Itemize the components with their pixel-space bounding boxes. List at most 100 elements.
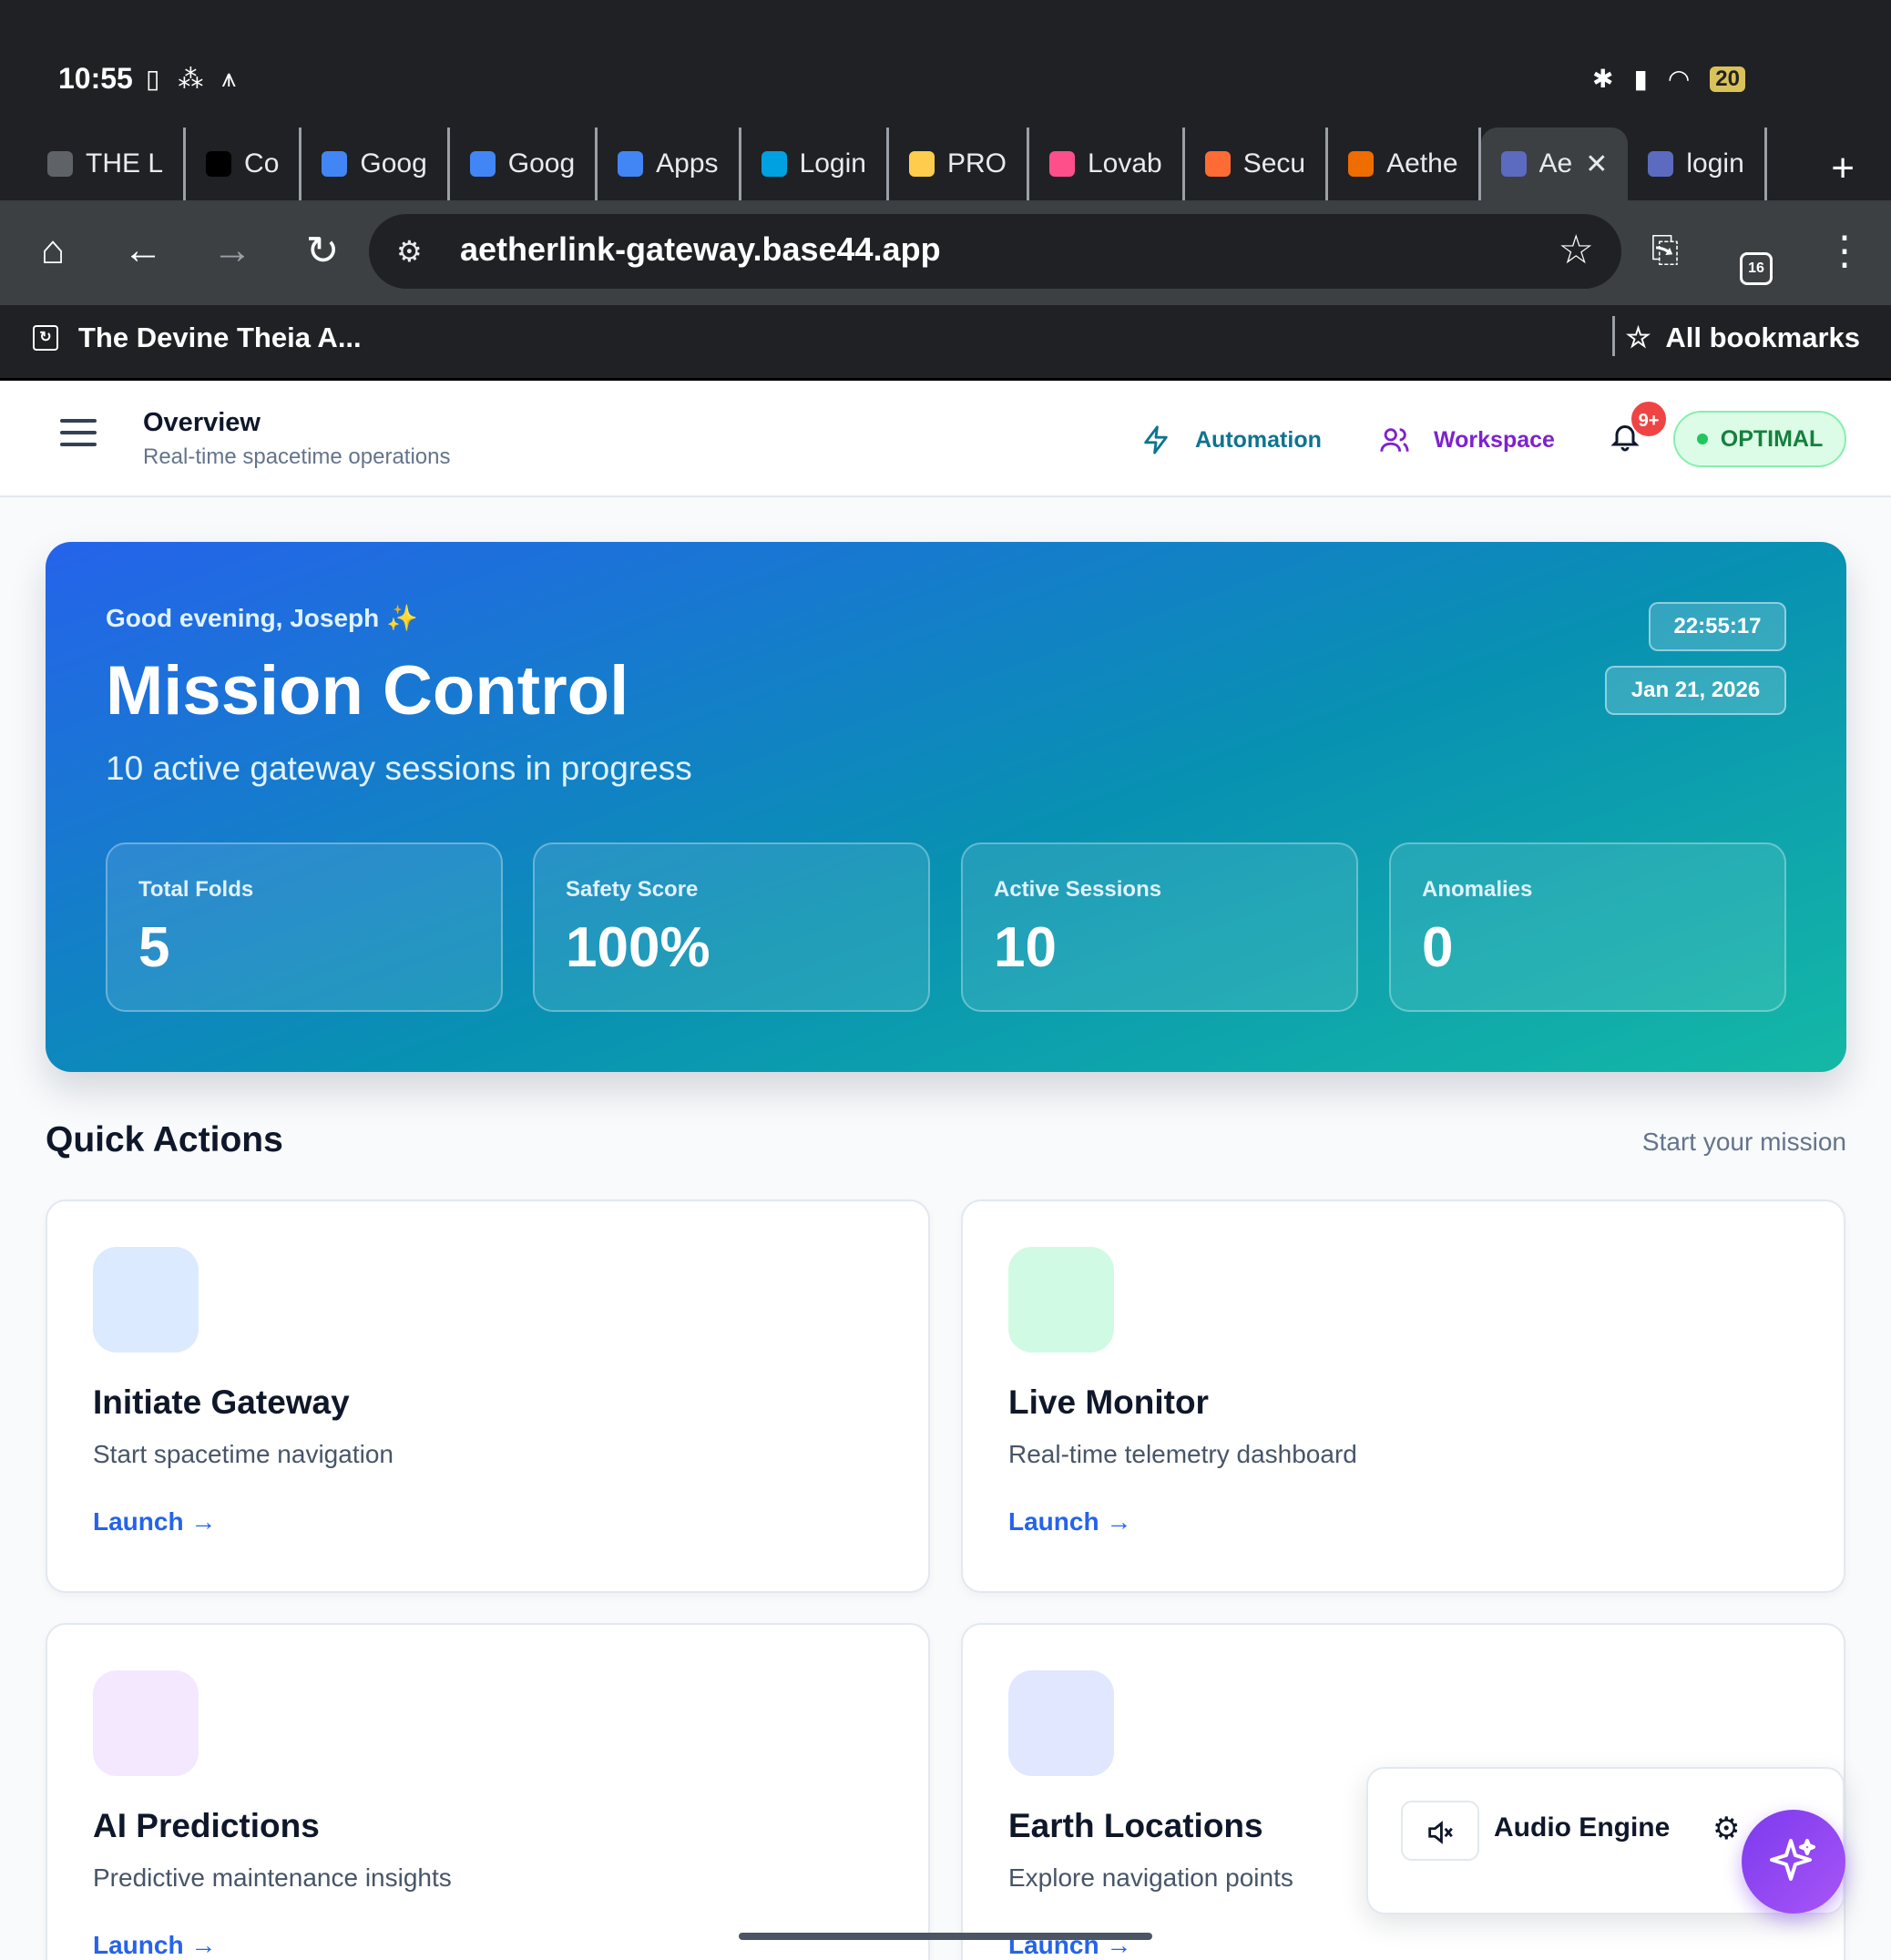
tab-count: 16 xyxy=(1740,252,1773,285)
bookmark-item[interactable]: ↻ The Devine Theia A... xyxy=(33,322,362,354)
gesture-bar xyxy=(739,1933,1152,1940)
forward-icon[interactable]: → xyxy=(205,228,260,273)
status-dot xyxy=(1696,434,1708,444)
stat-value: 100% xyxy=(566,916,710,979)
card-title: AI Predictions xyxy=(93,1807,320,1844)
hamburger-menu-icon[interactable] xyxy=(60,419,97,450)
stat-label: Active Sessions xyxy=(994,877,1162,902)
back-icon[interactable]: ← xyxy=(116,228,170,273)
workspace-link[interactable]: Workspace xyxy=(1379,424,1555,455)
action-card-initiate-gateway[interactable]: Initiate Gateway Start spacetime navigat… xyxy=(46,1199,930,1593)
bookmark-label: The Devine Theia A... xyxy=(78,322,362,353)
stat-value: 5 xyxy=(138,916,170,979)
stat-label: Total Folds xyxy=(138,877,254,902)
notification-badge: 9+ xyxy=(1630,400,1668,438)
mission-control-hero: Good evening, Joseph ✨ Mission Control 1… xyxy=(46,542,1846,1072)
tab-switcher-button[interactable]: 16 xyxy=(1729,237,1784,285)
site-settings-icon[interactable]: ⚙ xyxy=(396,234,423,269)
browser-tab[interactable]: login xyxy=(1628,128,1767,200)
gateway-icon xyxy=(93,1247,199,1353)
bookmark-favicon-icon: ↻ xyxy=(33,325,58,351)
tab-favicon-icon xyxy=(1348,151,1375,177)
browser-tab[interactable]: PRO xyxy=(889,128,1029,200)
browser-tab[interactable]: Lovab xyxy=(1029,128,1185,200)
app-header: Overview Real-time spacetime operations … xyxy=(0,381,1891,497)
browser-tab[interactable]: Ae ✕ xyxy=(1480,128,1629,200)
page-title: Overview xyxy=(143,408,261,437)
stat-label: Anomalies xyxy=(1422,877,1533,902)
status-label: OPTIMAL xyxy=(1720,425,1824,452)
bookmarks-bar: ↻ The Devine Theia A... ☆ All bookmarks xyxy=(0,305,1891,381)
tab-strip: THE L Co Goog Goog Apps Login PRO Lovab Secu Aeth… xyxy=(0,128,1891,200)
translate-icon[interactable]: ⎘ xyxy=(1638,231,1692,271)
launch-link[interactable]: Launch → xyxy=(93,1931,216,1960)
browser-tab[interactable]: Co xyxy=(186,128,302,200)
automation-link[interactable]: Automation xyxy=(1140,424,1322,455)
tab-label: Apps xyxy=(656,148,719,179)
hd-icon: ⁂ xyxy=(178,65,204,93)
workspace-label: Workspace xyxy=(1434,426,1555,453)
star-icon: ☆ xyxy=(1625,322,1651,353)
all-bookmarks-label: All bookmarks xyxy=(1665,322,1860,353)
card-description: Explore navigation points xyxy=(1008,1863,1293,1892)
monitor-icon xyxy=(1008,1247,1114,1353)
card-title: Initiate Gateway xyxy=(93,1383,350,1421)
tab-favicon-icon xyxy=(322,151,348,177)
launch-link[interactable]: Launch → xyxy=(1008,1507,1131,1536)
tab-favicon-icon xyxy=(47,151,73,177)
globe-icon xyxy=(1008,1670,1114,1776)
ai-assistant-button[interactable] xyxy=(1742,1810,1845,1914)
close-tab-icon[interactable]: ✕ xyxy=(1585,148,1608,180)
browser-tab[interactable]: Login xyxy=(741,128,889,200)
mute-toggle-button[interactable] xyxy=(1401,1801,1479,1861)
date-badge: Jan 21, 2026 xyxy=(1605,666,1786,715)
address-bar[interactable]: ⚙ aetherlink-gateway.base44.app ☆ xyxy=(369,214,1621,289)
browser-tab[interactable]: THE L xyxy=(27,128,187,200)
new-tab-button[interactable]: + xyxy=(1831,146,1855,191)
bookmark-divider xyxy=(1612,316,1615,356)
home-icon[interactable]: ⌂ xyxy=(26,228,80,273)
stat-label: Safety Score xyxy=(566,877,699,902)
system-status-badge: OPTIMAL xyxy=(1673,411,1846,467)
greeting: Good evening, Joseph ✨ xyxy=(106,604,418,632)
all-bookmarks-button[interactable]: ☆ All bookmarks xyxy=(1626,322,1860,354)
vibrate-icon: ▮ xyxy=(1633,65,1648,93)
wifi-icon: ◠ xyxy=(1667,65,1691,93)
browser-tab[interactable]: Apps xyxy=(598,128,741,200)
gear-icon[interactable]: ⚙ xyxy=(1712,1811,1740,1847)
browser-tab[interactable]: Goog xyxy=(450,128,598,200)
audio-engine-label: Audio Engine xyxy=(1494,1812,1671,1843)
card-description: Start spacetime navigation xyxy=(93,1440,394,1468)
tab-favicon-icon xyxy=(1500,151,1527,177)
url-text[interactable]: aetherlink-gateway.base44.app xyxy=(460,230,941,269)
tab-favicon-icon xyxy=(206,151,232,177)
launch-label: Launch xyxy=(1008,1507,1099,1536)
reload-icon[interactable]: ↻ xyxy=(295,228,350,274)
tab-label: Co xyxy=(244,148,280,179)
browser-toolbar: ⌂ ← → ↻ ⚙ aetherlink-gateway.base44.app … xyxy=(0,200,1891,305)
bluetooth-icon: ✱ xyxy=(1591,65,1614,93)
launch-link[interactable]: Launch → xyxy=(93,1507,216,1536)
bookmark-star-icon[interactable]: ☆ xyxy=(1559,227,1594,273)
action-card-ai-predictions[interactable]: AI Predictions Predictive maintenance in… xyxy=(46,1623,930,1960)
launch-label: Launch xyxy=(93,1931,184,1959)
tab-label: Secu xyxy=(1242,148,1306,179)
arrow-right-icon: → xyxy=(190,1931,217,1959)
tab-label: Login xyxy=(799,148,866,179)
stat-value: 0 xyxy=(1422,916,1454,979)
tab-favicon-icon xyxy=(469,151,496,177)
tab-label: Goog xyxy=(507,148,576,179)
tab-label: Ae xyxy=(1538,148,1573,179)
speaker-muted-icon xyxy=(1428,1820,1453,1844)
launch-label: Launch xyxy=(93,1507,184,1536)
hero-title: Mission Control xyxy=(106,652,629,730)
more-menu-icon[interactable]: ⋮ xyxy=(1817,228,1872,274)
users-icon xyxy=(1380,428,1409,452)
status-right-icons: ✱ ▮ ◠ 20 xyxy=(1592,64,1745,94)
sparkle-icon xyxy=(1770,1839,1815,1881)
browser-tab[interactable]: Aethe xyxy=(1328,128,1481,200)
action-card-live-monitor[interactable]: Live Monitor Real-time telemetry dashboa… xyxy=(961,1199,1845,1593)
browser-tab[interactable]: Goog xyxy=(302,128,450,200)
browser-tab[interactable]: Secu xyxy=(1185,128,1329,200)
stat-card-safety-score: Safety Score 100% xyxy=(533,842,930,1012)
